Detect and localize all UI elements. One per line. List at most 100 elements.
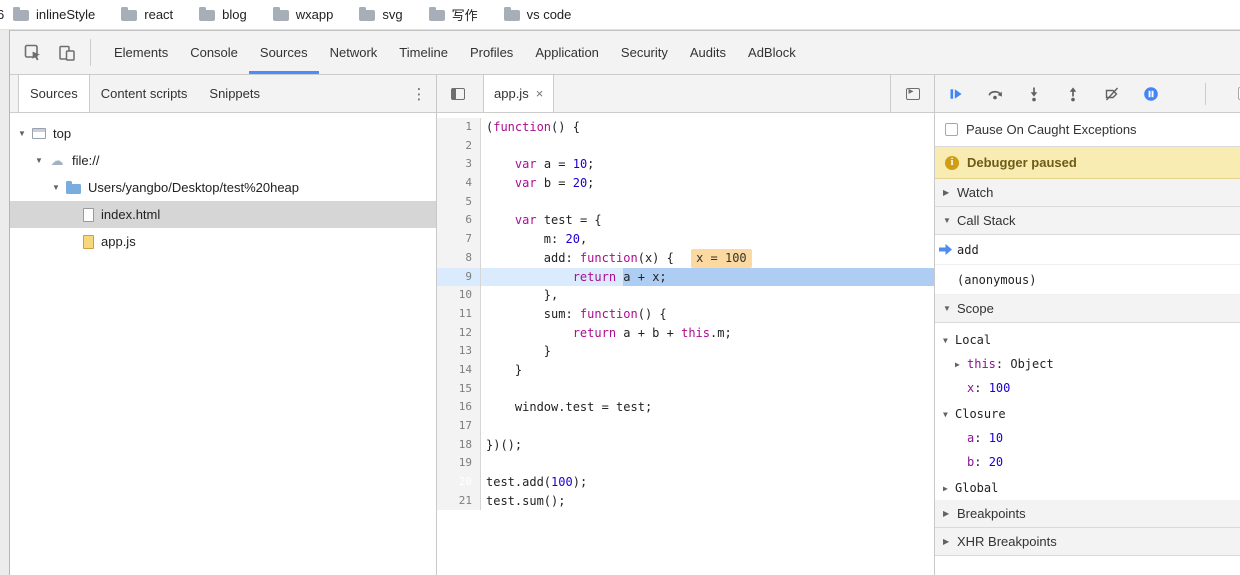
tree-item-top[interactable]: ▼ top (10, 120, 436, 147)
devtools-tab-security[interactable]: Security (610, 31, 679, 74)
code-text[interactable]: test.add(100); (481, 473, 934, 492)
line-number[interactable]: 21 (437, 491, 481, 511)
tree-item-index-html[interactable]: index.html (10, 201, 436, 228)
vertical-dots-icon[interactable]: ⋮ (410, 75, 428, 112)
sidebar-tab-snippets[interactable]: Snippets (198, 75, 271, 112)
code-text[interactable] (481, 417, 934, 436)
code-text[interactable]: window.test = test; (481, 398, 934, 417)
scope-group-closure[interactable]: ▼ Closure (935, 402, 1240, 426)
line-number[interactable]: 17 (437, 417, 481, 436)
devtools-tab-application[interactable]: Application (524, 31, 610, 74)
pause-on-caught-checkbox[interactable] (945, 123, 958, 136)
breakpoint-marker[interactable]: 20 (437, 473, 481, 492)
code-text[interactable]: test.sum(); (481, 492, 934, 511)
line-number[interactable]: 4 (437, 174, 481, 193)
hide-navigator-icon[interactable] (443, 79, 473, 109)
deactivate-breakpoints-icon[interactable] (1104, 86, 1120, 102)
bookmark-folder-wxapp[interactable]: wxapp (272, 7, 333, 22)
line-number[interactable]: 18 (437, 435, 481, 455)
devtools-tab-sources[interactable]: Sources (248, 31, 319, 74)
step-out-icon[interactable] (1065, 86, 1081, 102)
devtools-tab-console[interactable]: Console (179, 31, 249, 74)
bookmark-clipped-fragment[interactable]: 6 (0, 7, 7, 22)
editor-tab-appjs[interactable]: app.js × (483, 75, 555, 112)
code-text[interactable]: }, (481, 286, 934, 305)
devtools-tab-profiles[interactable]: Profiles (459, 31, 524, 74)
line-number[interactable]: 2 (437, 136, 481, 156)
line-number[interactable]: 8 (437, 248, 481, 268)
code-text[interactable] (481, 137, 934, 156)
scope-group-global[interactable]: ▶ Global (935, 476, 1240, 500)
section-header-xhr-breakpoints[interactable]: ▶ XHR Breakpoints (935, 528, 1240, 556)
line-number[interactable]: 16 (437, 398, 481, 417)
scope-group-local[interactable]: ▼ Local (935, 328, 1240, 352)
step-into-icon[interactable] (1026, 86, 1042, 102)
line-number[interactable]: 11 (437, 304, 481, 324)
bookmark-folder-svg[interactable]: svg (359, 7, 403, 22)
bookmark-folder-inlinestyle[interactable]: inlineStyle (13, 7, 95, 22)
resume-icon[interactable] (948, 86, 964, 102)
bookmark-folder-react[interactable]: react (121, 7, 173, 22)
code-text[interactable]: return a + b + this .m; (481, 324, 934, 343)
number-token: 20 (565, 232, 580, 247)
code-token: () { (551, 120, 580, 134)
line-number[interactable]: 10 (437, 286, 481, 305)
code-text[interactable]: add: function (x) { x = 100 (481, 248, 934, 268)
bookmark-folder-item[interactable]: 写作 (428, 5, 478, 24)
devtools-tab-timeline[interactable]: Timeline (388, 31, 459, 74)
pause-on-exceptions-icon[interactable] (1143, 86, 1159, 102)
line-number[interactable]: 19 (437, 454, 481, 474)
code-text[interactable]: sum: function() { (481, 305, 934, 324)
devtools-tab-network[interactable]: Network (319, 31, 389, 74)
call-stack-frame-anonymous[interactable]: (anonymous) (935, 265, 1240, 295)
tree-item-app-js[interactable]: app.js (10, 228, 436, 255)
show-drawer-icon[interactable] (890, 75, 934, 112)
sidebar-tab-content-scripts[interactable]: Content scripts (90, 75, 199, 112)
step-over-icon[interactable] (987, 86, 1003, 102)
line-number[interactable]: 13 (437, 342, 481, 361)
code-text[interactable]: })(); (481, 436, 934, 455)
section-header-breakpoints[interactable]: ▶ Breakpoints (935, 500, 1240, 528)
devtools-tab-elements[interactable]: Elements (103, 31, 179, 74)
code-text[interactable] (481, 193, 934, 212)
code-text[interactable] (481, 380, 934, 399)
scope-variable-this[interactable]: ▶ this: Object (935, 352, 1240, 376)
line-number[interactable]: 1 (437, 118, 481, 137)
line-number[interactable]: 6 (437, 211, 481, 231)
code-text[interactable]: var test = { (481, 211, 934, 230)
line-number[interactable]: 12 (437, 323, 481, 343)
tree-item-file[interactable]: ▼ ☁ file:// (10, 147, 436, 174)
code-text[interactable]: (function() { (481, 118, 934, 137)
device-toolbar-icon[interactable] (52, 38, 82, 68)
code-text[interactable]: return a + x; (481, 267, 934, 287)
code-token: ; (587, 157, 595, 172)
bookmark-folder-blog[interactable]: blog (199, 7, 247, 22)
code-text[interactable]: var b = 20; (481, 174, 934, 193)
call-stack-frame-add[interactable]: add (935, 235, 1240, 265)
code-text[interactable] (481, 454, 934, 473)
line-number[interactable]: 15 (437, 379, 481, 399)
scope-variable-b: b: 20 (935, 450, 1240, 474)
sidebar-tab-sources[interactable]: Sources (18, 75, 90, 112)
line-number[interactable]: 9 (437, 267, 481, 287)
code-text[interactable]: m: 20, (481, 230, 934, 249)
code-token: add: (486, 250, 580, 265)
bookmark-folder-vs-code[interactable]: vs code (503, 7, 571, 22)
code-text[interactable]: } (481, 361, 934, 380)
close-icon[interactable]: × (536, 86, 544, 101)
section-header-scope[interactable]: ▼ Scope (935, 295, 1240, 323)
line-number[interactable]: 3 (437, 155, 481, 175)
section-header-watch[interactable]: ▶ Watch (935, 179, 1240, 207)
devtools-tab-adblock[interactable]: AdBlock (737, 31, 807, 74)
code-text[interactable]: } (481, 342, 934, 361)
devtools-tab-audits[interactable]: Audits (679, 31, 737, 74)
line-number[interactable]: 14 (437, 360, 481, 380)
line-number[interactable]: 7 (437, 230, 481, 249)
variable-value: 10 (988, 431, 1004, 445)
code-editor[interactable]: 1(function() {2 3 var a = 10; 4 var b = 20… (437, 113, 934, 575)
line-number[interactable]: 5 (437, 192, 481, 212)
section-header-call-stack[interactable]: ▼ Call Stack (935, 207, 1240, 235)
code-text[interactable]: var a = 10; (481, 155, 934, 174)
inspect-cursor-icon[interactable] (18, 38, 48, 68)
tree-item-users-yangbo-desktop-test-20heap[interactable]: ▼ Users/yangbo/Desktop/test%20heap (10, 174, 436, 201)
